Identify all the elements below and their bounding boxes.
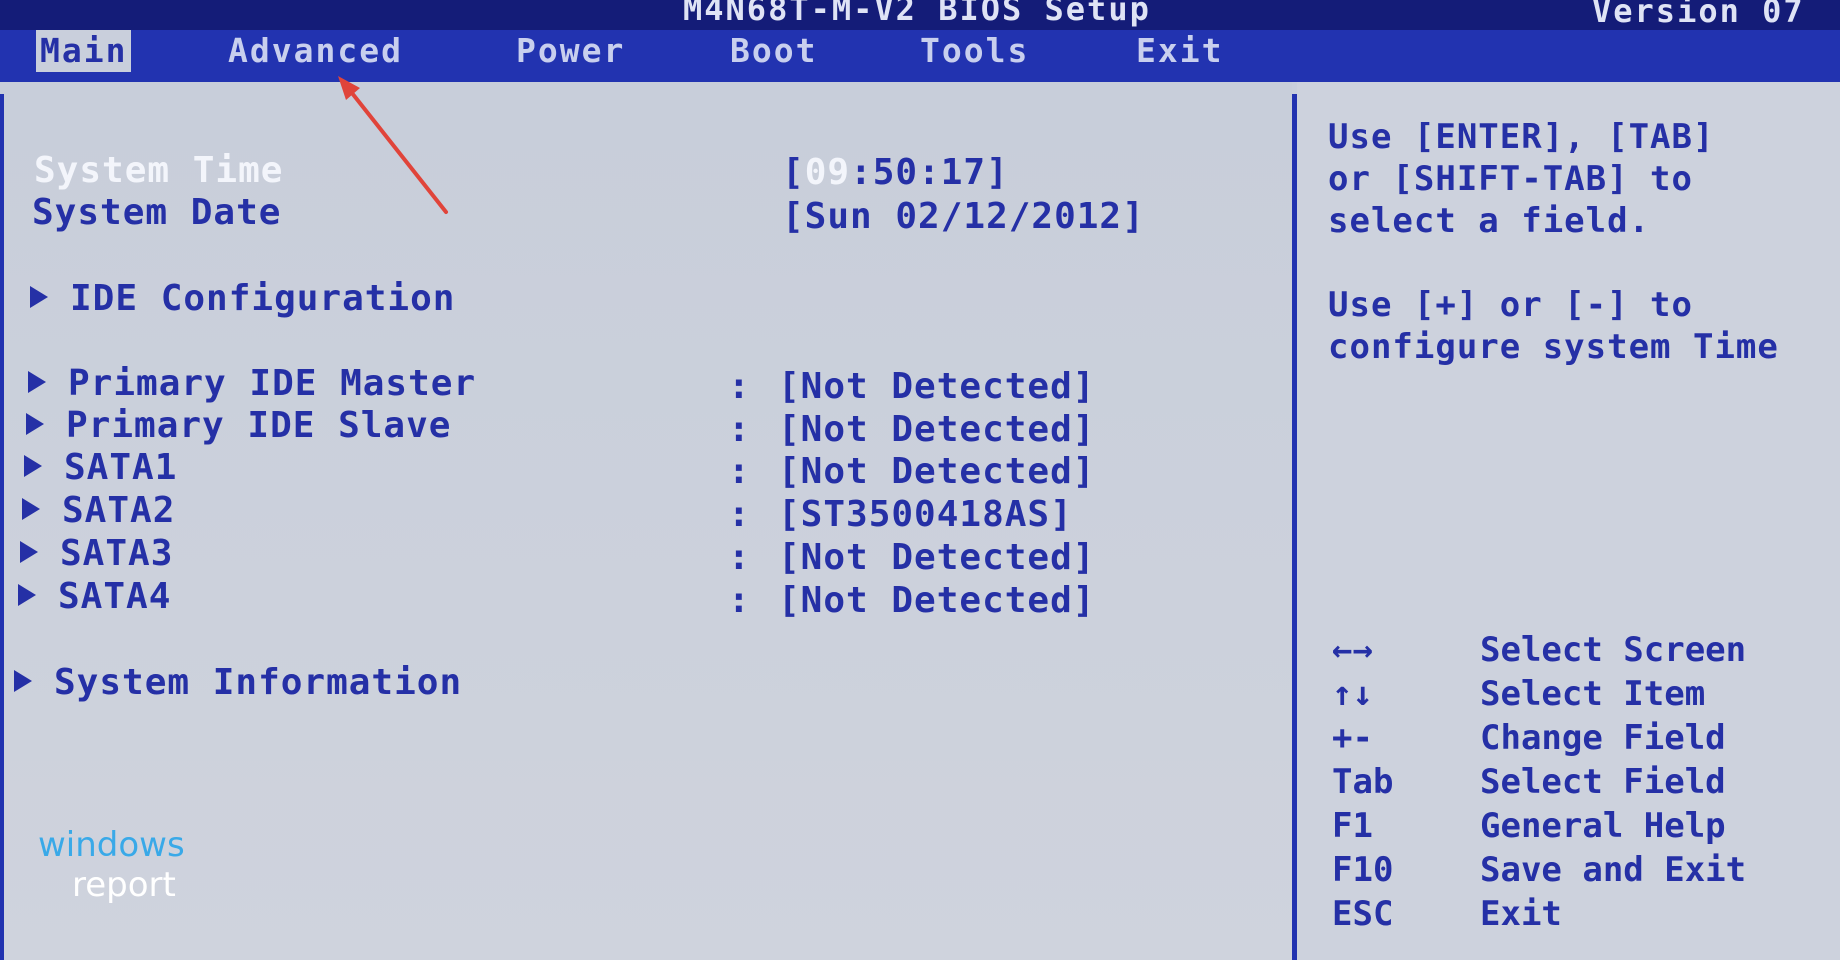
submenu-arrow-icon: [22, 498, 40, 520]
key-label: Tab: [1332, 762, 1394, 802]
separator-colon: :: [728, 409, 750, 450]
tab-exit[interactable]: Exit: [1136, 30, 1223, 72]
logo-line-2: report: [72, 865, 176, 905]
tab-main[interactable]: Main: [36, 30, 132, 72]
submenu-arrow-icon: [18, 584, 36, 606]
menu-underline: [0, 74, 1840, 82]
drive-item-sata2[interactable]: SATA2: [22, 490, 175, 531]
key-action: Select Screen: [1480, 630, 1747, 670]
drive-value: [Not Detected]: [778, 451, 1096, 492]
key-legend-row: ESC Exit: [1332, 894, 1562, 934]
key-label: F1: [1332, 806, 1373, 846]
bios-title: M4N68T-M-V2 BIOS Setup: [683, 0, 1151, 28]
key-action: Save and Exit: [1480, 850, 1747, 890]
drive-label: SATA2: [62, 490, 176, 531]
submenu-arrow-icon: [24, 455, 42, 477]
separator-colon: :: [728, 580, 750, 621]
drive-item-primary-ide-slave[interactable]: Primary IDE Slave: [26, 405, 451, 446]
system-time-rest: :50:17]: [850, 152, 1009, 193]
key-legend-row: +- Change Field: [1332, 718, 1726, 758]
help-line-1: Use [ENTER], [TAB]: [1328, 117, 1715, 157]
key-action: Change Field: [1480, 718, 1726, 758]
plus-minus-icon: +-: [1332, 718, 1373, 758]
key-label: ESC: [1332, 894, 1394, 934]
submenu-arrow-icon: [28, 371, 46, 393]
up-down-arrows-icon: ↑↓: [1332, 674, 1373, 714]
drive-label: Primary IDE Slave: [66, 405, 452, 446]
help-line-2: or [SHIFT-TAB] to: [1328, 159, 1693, 199]
drive-value: [Not Detected]: [778, 366, 1096, 407]
key-legend-row: ←→ Select Screen: [1332, 630, 1746, 670]
left-right-arrows-icon: ←→: [1332, 630, 1373, 670]
tab-advanced[interactable]: Advanced: [228, 30, 403, 72]
drive-label: SATA4: [58, 576, 172, 617]
logo-line-1: windows: [38, 825, 185, 865]
drive-value: [ST3500418AS]: [778, 494, 1073, 535]
system-information-label: System Information: [54, 662, 463, 703]
system-time-value[interactable]: [09:50:17]: [782, 152, 1009, 193]
separator-colon: :: [728, 366, 750, 407]
bios-version: Version 07: [1592, 0, 1805, 30]
panel-left-border: [0, 94, 4, 960]
separator-colon: :: [728, 537, 750, 578]
separator-colon: :: [728, 451, 750, 492]
help-line-4: Use [+] or [-] to: [1328, 285, 1693, 325]
key-legend-row: F1 General Help: [1332, 806, 1726, 846]
help-line-5: configure system Time: [1328, 327, 1779, 367]
key-label: F10: [1332, 850, 1394, 890]
drive-value: [Not Detected]: [778, 409, 1096, 450]
system-date-label[interactable]: System Date: [32, 192, 281, 233]
key-legend-row: F10 Save and Exit: [1332, 850, 1746, 890]
windows-report-logo: windows report: [38, 825, 185, 905]
drive-item-sata1[interactable]: SATA1: [24, 447, 177, 488]
drive-value: [Not Detected]: [778, 537, 1096, 578]
drive-item-primary-ide-master[interactable]: Primary IDE Master: [28, 363, 476, 404]
tab-tools[interactable]: Tools: [920, 30, 1029, 72]
key-action: General Help: [1480, 806, 1726, 846]
help-line-3: select a field.: [1328, 201, 1651, 241]
submenu-arrow-icon: [20, 541, 38, 563]
drive-label: Primary IDE Master: [68, 363, 477, 404]
system-time-label[interactable]: System Time: [34, 150, 283, 191]
submenu-arrow-icon: [14, 670, 32, 692]
ide-configuration-item[interactable]: IDE Configuration: [30, 278, 455, 319]
drive-value: [Not Detected]: [778, 580, 1096, 621]
tab-power[interactable]: Power: [516, 30, 625, 72]
menu-bar: Main Advanced Power Boot Tools Exit: [0, 30, 1840, 76]
key-action: Select Item: [1480, 674, 1706, 714]
drive-label: SATA3: [60, 533, 174, 574]
tab-boot[interactable]: Boot: [730, 30, 817, 72]
drive-label: SATA1: [64, 447, 178, 488]
system-time-open-bracket: [: [782, 152, 805, 193]
separator-colon: :: [728, 494, 750, 535]
ide-configuration-label: IDE Configuration: [70, 278, 456, 319]
drive-item-sata4[interactable]: SATA4: [18, 576, 171, 617]
key-action: Select Field: [1480, 762, 1726, 802]
system-information-item[interactable]: System Information: [14, 662, 462, 703]
system-date-value[interactable]: [Sun 02/12/2012]: [782, 196, 1145, 237]
submenu-arrow-icon: [26, 413, 44, 435]
system-time-hour-selected[interactable]: 09: [805, 152, 850, 193]
key-legend-row: ↑↓ Select Item: [1332, 674, 1705, 714]
submenu-arrow-icon: [30, 286, 48, 308]
drive-item-sata3[interactable]: SATA3: [20, 533, 173, 574]
bios-title-bar: M4N68T-M-V2 BIOS Setup Version 07: [0, 0, 1840, 30]
key-legend-row: Tab Select Field: [1332, 762, 1726, 802]
annotation-arrow-icon: [338, 76, 448, 214]
key-action: Exit: [1480, 894, 1562, 934]
